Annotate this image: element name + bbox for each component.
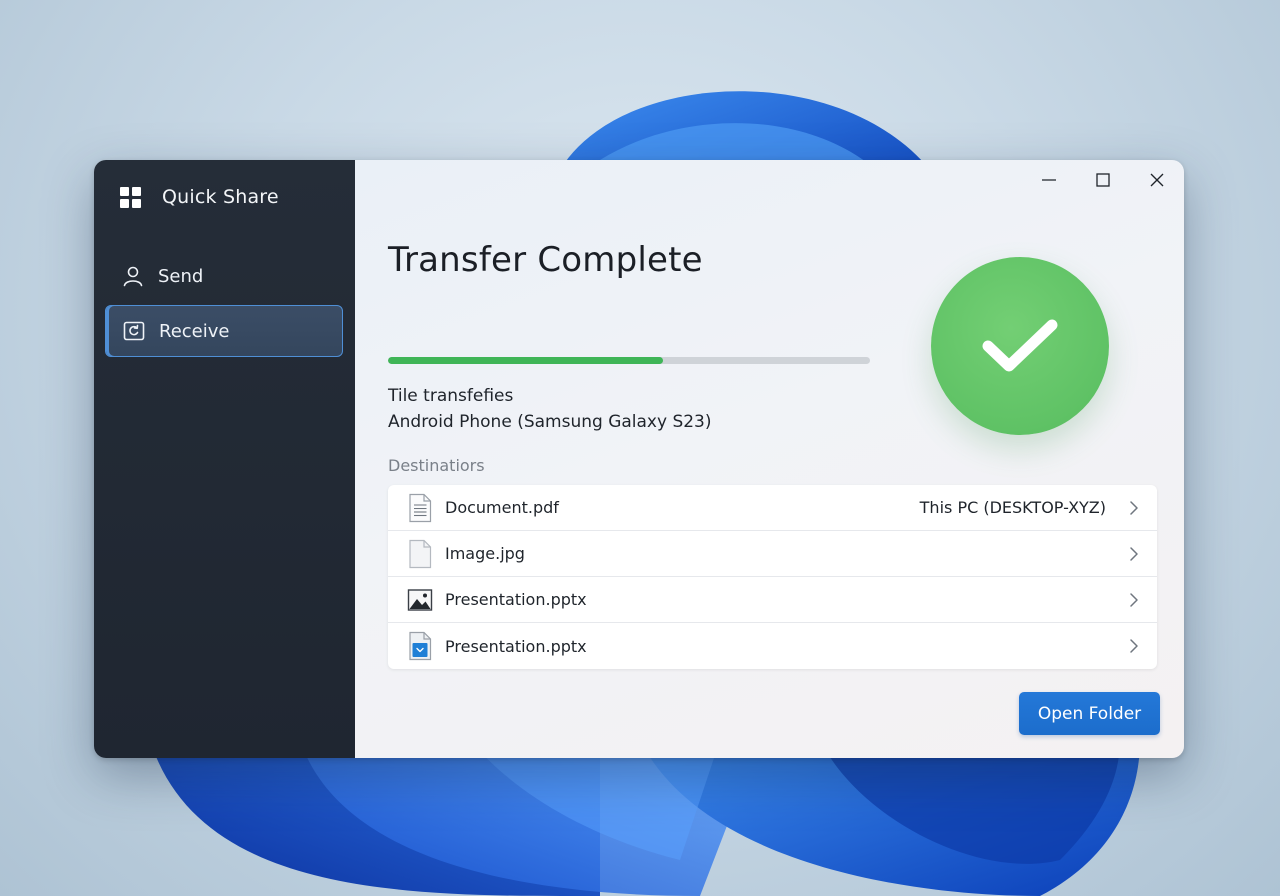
file-name: Presentation.pptx: [445, 590, 587, 609]
sidebar-item-receive[interactable]: Receive: [105, 305, 343, 357]
file-name: Image.jpg: [445, 544, 525, 563]
chevron-right-icon: [1130, 500, 1138, 515]
destinations-label: Destinatiors: [388, 456, 485, 475]
chevron-right-icon: [1130, 639, 1138, 653]
file-row[interactable]: Presentation.pptx: [388, 623, 1157, 669]
quick-share-window: Quick Share Send Receive Transfer Comple…: [94, 160, 1184, 758]
minimize-button[interactable]: [1022, 160, 1076, 200]
open-folder-button[interactable]: Open Folder: [1019, 692, 1160, 735]
main-content: Transfer Complete Tile transfefies Andro…: [355, 160, 1184, 758]
download-file-icon: [409, 631, 432, 661]
file-row[interactable]: Document.pdf This PC (DESKTOP-XYZ): [388, 485, 1157, 531]
minimize-icon: [1042, 179, 1056, 181]
transfer-progress-bar: [388, 357, 870, 364]
progress-fill: [388, 357, 663, 364]
maximize-button[interactable]: [1076, 160, 1130, 200]
app-title: Quick Share: [162, 186, 279, 208]
sidebar-item-label: Receive: [159, 320, 230, 342]
chevron-right-icon: [1130, 546, 1138, 561]
transfer-label: Tile transfefies: [388, 386, 514, 406]
sidebar-item-label: Send: [158, 265, 204, 287]
blank-file-icon: [409, 539, 432, 568]
person-icon: [123, 266, 143, 287]
file-list: Document.pdf This PC (DESKTOP-XYZ) Image…: [388, 485, 1157, 669]
page-title: Transfer Complete: [388, 240, 703, 280]
file-destination: This PC (DESKTOP-XYZ): [919, 498, 1106, 517]
document-icon: [409, 493, 432, 522]
windows-logo-icon: [120, 186, 141, 208]
checkmark-icon: [982, 319, 1058, 372]
file-name: Document.pdf: [445, 498, 559, 517]
sidebar-item-send[interactable]: Send: [105, 250, 343, 302]
maximize-icon: [1096, 173, 1110, 187]
sidebar: Quick Share Send Receive: [94, 160, 355, 758]
receive-icon: [123, 321, 145, 341]
file-row[interactable]: Presentation.pptx: [388, 577, 1157, 623]
success-indicator: [931, 257, 1109, 435]
close-button[interactable]: [1130, 160, 1184, 200]
app-header: Quick Share: [120, 186, 279, 208]
close-icon: [1150, 173, 1164, 187]
file-name: Presentation.pptx: [445, 636, 587, 656]
chevron-right-icon: [1130, 592, 1138, 607]
file-row[interactable]: Image.jpg: [388, 531, 1157, 577]
window-controls: [1022, 160, 1184, 200]
image-file-icon: [407, 588, 433, 611]
device-name: Android Phone (Samsung Galaxy S23): [388, 412, 712, 432]
